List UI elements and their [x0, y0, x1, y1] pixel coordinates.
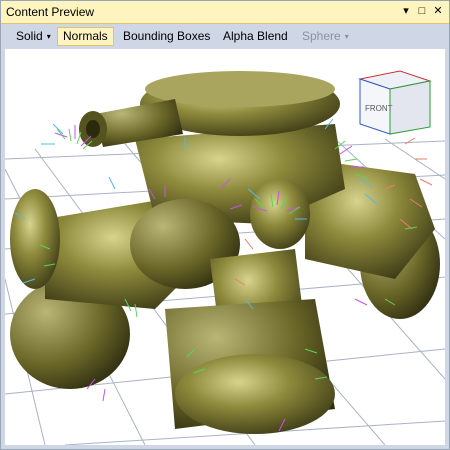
- normals-toggle-button[interactable]: Normals: [57, 27, 114, 46]
- window-title: Content Preview: [6, 5, 95, 19]
- title-bar: Content Preview ▾ □ ✕: [1, 1, 449, 24]
- maximize-icon[interactable]: □: [415, 4, 429, 18]
- normals-label: Normals: [63, 29, 108, 43]
- 3d-viewport[interactable]: FRONT: [5, 49, 445, 445]
- close-icon[interactable]: ✕: [431, 4, 445, 18]
- bounding-boxes-toggle-button[interactable]: Bounding Boxes: [118, 27, 215, 46]
- chevron-down-icon: ▾: [344, 32, 349, 41]
- alpha-blend-label: Alpha Blend: [223, 29, 288, 43]
- dropdown-icon[interactable]: ▾: [399, 4, 413, 18]
- toolbar: Solid ▾ Normals Bounding Boxes Alpha Blen…: [1, 24, 449, 49]
- sphere-label: Sphere: [302, 29, 341, 43]
- sphere-dropdown-button[interactable]: Sphere ▾: [297, 27, 354, 46]
- alpha-blend-toggle-button[interactable]: Alpha Blend: [218, 27, 293, 46]
- cube-front-label: FRONT: [365, 104, 393, 113]
- chevron-down-icon: ▾: [46, 32, 51, 41]
- solid-label: Solid: [16, 29, 43, 43]
- content-preview-window: Content Preview ▾ □ ✕ Solid ▾ Normals Bou…: [0, 0, 450, 450]
- orientation-cube: FRONT: [358, 70, 432, 135]
- bounding-boxes-label: Bounding Boxes: [123, 29, 211, 43]
- solid-dropdown-button[interactable]: Solid ▾: [11, 27, 56, 46]
